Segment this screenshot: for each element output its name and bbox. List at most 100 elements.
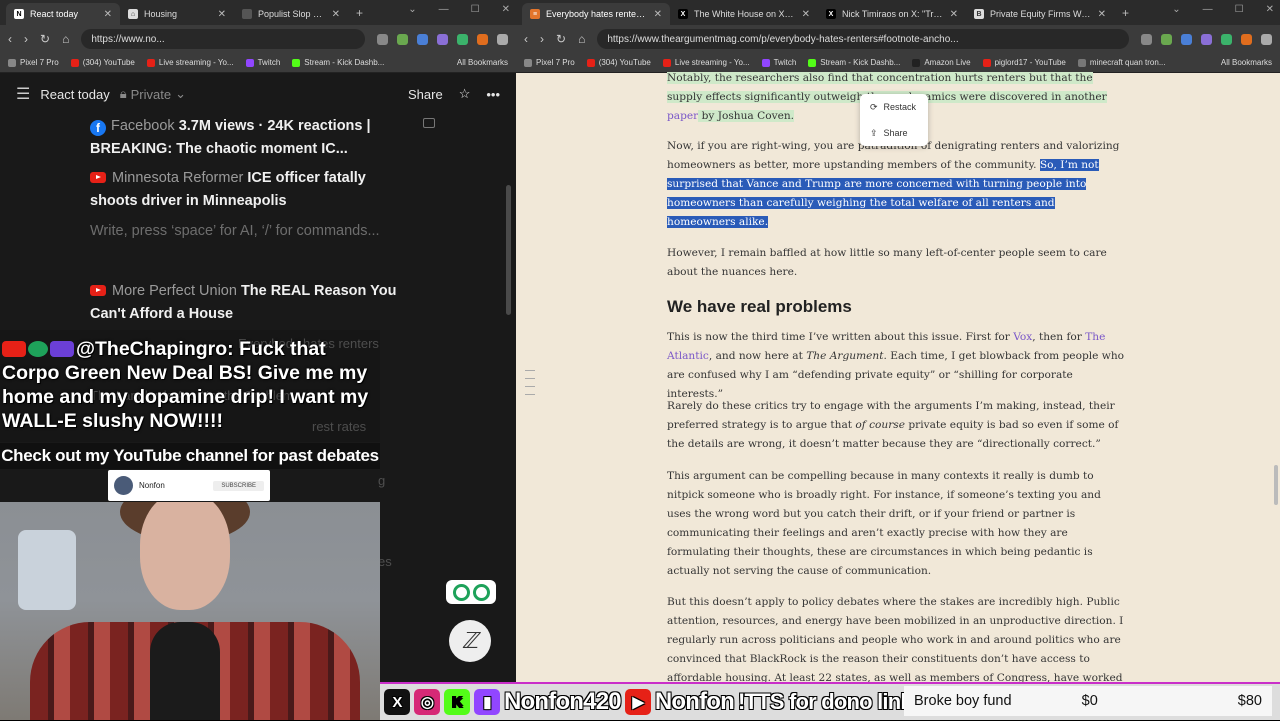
scrollbar[interactable]: [506, 185, 511, 315]
reload-icon[interactable]: ↻: [40, 32, 50, 46]
close-icon[interactable]: ✕: [802, 9, 810, 20]
extension-icon[interactable]: [437, 33, 448, 45]
extension-icon[interactable]: [1141, 33, 1152, 45]
bookmark[interactable]: Pixel 7 Pro: [8, 58, 59, 67]
close-icon[interactable]: ✕: [332, 9, 340, 20]
menu-icon[interactable]: [1261, 33, 1272, 45]
extension-icon[interactable]: [1161, 33, 1172, 45]
bookmark[interactable]: (304) YouTube: [586, 58, 651, 67]
bookmark[interactable]: Live streaming - Yo...: [146, 58, 234, 67]
youtube-icon: [90, 172, 106, 183]
maximize-icon[interactable]: ☐: [471, 4, 480, 15]
more-icon[interactable]: •••: [486, 87, 500, 102]
extension-icon[interactable]: [377, 33, 388, 45]
youtube-badge-icon: [2, 341, 26, 357]
share-button[interactable]: Share: [408, 87, 443, 102]
back-icon[interactable]: ‹: [8, 32, 12, 46]
channel-card: Nonfon SUBSCRIBE: [108, 470, 270, 501]
tab-search-icon[interactable]: ⌄: [408, 4, 416, 15]
profile-avatar[interactable]: [477, 33, 488, 45]
list-item[interactable]: More Perfect Union The REAL Reason You C…: [90, 280, 400, 326]
page-icon: ⌂: [128, 9, 138, 19]
grammarly-icon: [472, 583, 490, 601]
bookmark[interactable]: Stream - Kick Dashb...: [292, 58, 384, 67]
share-button[interactable]: ⇪ Share: [860, 120, 928, 146]
bookmark[interactable]: piglord17 - YouTube: [982, 58, 1066, 67]
tab-x-timiraos[interactable]: X Nick Timiraos on X: "Trump is u... ✕: [818, 3, 966, 25]
page-title[interactable]: React today: [40, 87, 109, 102]
hamburger-menu-icon[interactable]: ☰: [16, 84, 30, 104]
home-icon[interactable]: ⌂: [578, 32, 585, 46]
bookmark[interactable]: Pixel 7 Pro: [524, 58, 575, 67]
tab-search-icon[interactable]: ⌄: [1172, 4, 1180, 15]
comment-icon[interactable]: [423, 118, 435, 128]
privacy-indicator[interactable]: 🔒︎ Private ⌄: [120, 86, 186, 102]
profile-avatar[interactable]: [1241, 33, 1252, 45]
reload-icon[interactable]: ↻: [556, 32, 566, 46]
new-tab-button[interactable]: +: [356, 6, 363, 20]
all-bookmarks[interactable]: All Bookmarks: [1221, 58, 1272, 67]
close-icon[interactable]: ✕: [218, 9, 226, 20]
bookmarks-bar: Pixel 7 Pro (304) YouTube Live streaming…: [0, 53, 516, 73]
forward-icon[interactable]: ›: [540, 32, 544, 46]
vox-link[interactable]: Vox: [1013, 331, 1032, 343]
forward-icon[interactable]: ›: [24, 32, 28, 46]
table-of-contents-toggle[interactable]: [525, 370, 535, 402]
all-bookmarks[interactable]: All Bookmarks: [457, 58, 508, 67]
youtube-icon: ▶: [624, 689, 651, 715]
close-icon[interactable]: ✕: [654, 9, 662, 20]
hidden-text: es: [378, 554, 392, 569]
extension-icon[interactable]: [397, 33, 408, 45]
back-icon[interactable]: ‹: [524, 32, 528, 46]
bookmark[interactable]: Live streaming - Yo...: [662, 58, 750, 67]
extension-icon[interactable]: [1201, 33, 1212, 45]
extension-icon[interactable]: [1221, 33, 1232, 45]
bookmark[interactable]: minecraft quan tron...: [1077, 58, 1165, 67]
address-bar[interactable]: https://www.no...: [81, 29, 365, 49]
block-placeholder[interactable]: Write, press ‘space’ for AI, ‘/’ for com…: [90, 220, 400, 243]
kick-icon: K: [444, 689, 470, 715]
tab-x-whitehouse[interactable]: X The White House on X: "BREAK... ✕: [670, 3, 818, 25]
close-icon[interactable]: ✕: [950, 9, 958, 20]
menu-icon[interactable]: [497, 33, 508, 45]
minimize-icon[interactable]: —: [439, 4, 449, 15]
new-tab-button[interactable]: +: [1122, 6, 1129, 20]
restack-icon: ⟳: [870, 101, 878, 112]
home-icon[interactable]: ⌂: [62, 32, 69, 46]
bookmark[interactable]: Stream - Kick Dashb...: [808, 58, 900, 67]
star-icon[interactable]: ☆: [459, 86, 471, 102]
bookmark[interactable]: Twitch: [761, 58, 796, 67]
scrollbar[interactable]: [1274, 465, 1278, 505]
extension-icon[interactable]: [457, 33, 468, 45]
youtube-promo-banner: Check out my YouTube channel for past de…: [0, 443, 380, 469]
close-icon[interactable]: ✕: [1098, 9, 1106, 20]
address-bar[interactable]: https://www.theargumentmag.com/p/everybo…: [597, 29, 1129, 49]
restack-button[interactable]: ⟳ Restack: [860, 94, 928, 120]
close-window-icon[interactable]: ✕: [502, 4, 510, 15]
tab-populist-slop[interactable]: Populist Slop memes ✕: [234, 3, 348, 25]
bookmark[interactable]: Twitch: [245, 58, 280, 67]
list-item[interactable]: Minnesota Reformer ICE officer fatally s…: [90, 167, 400, 213]
close-icon[interactable]: ✕: [104, 9, 112, 20]
list-item[interactable]: f Facebook 3.7M views · 24K reactions | B…: [90, 115, 400, 161]
close-window-icon[interactable]: ✕: [1266, 4, 1274, 15]
tab-react-today[interactable]: N React today ✕: [6, 3, 120, 25]
maximize-icon[interactable]: ☐: [1235, 4, 1244, 15]
subscribe-button: SUBSCRIBE: [213, 480, 264, 491]
article-paragraph: This argument can be compelling because …: [667, 470, 1101, 577]
tab-housing[interactable]: ⌂ Housing ✕: [120, 3, 234, 25]
x-icon: X: [826, 9, 836, 19]
x-icon: X: [384, 689, 410, 715]
extensions: [377, 33, 508, 45]
grammarly-widget[interactable]: [446, 580, 496, 604]
tab-private-equity[interactable]: B Private Equity Firms Won't Be F... ✕: [966, 3, 1114, 25]
extension-icon[interactable]: [1181, 33, 1192, 45]
minimize-icon[interactable]: —: [1203, 4, 1213, 15]
tab-article[interactable]: ≡ Everybody hates renters - by J... ✕: [522, 3, 670, 25]
extension-icon[interactable]: [417, 33, 428, 45]
channel-avatar: [114, 476, 133, 495]
crown-badge-icon: [50, 341, 74, 357]
bookmark[interactable]: (304) YouTube: [70, 58, 135, 67]
paper-link[interactable]: paper: [667, 110, 698, 122]
bookmark[interactable]: Amazon Live: [912, 58, 971, 67]
